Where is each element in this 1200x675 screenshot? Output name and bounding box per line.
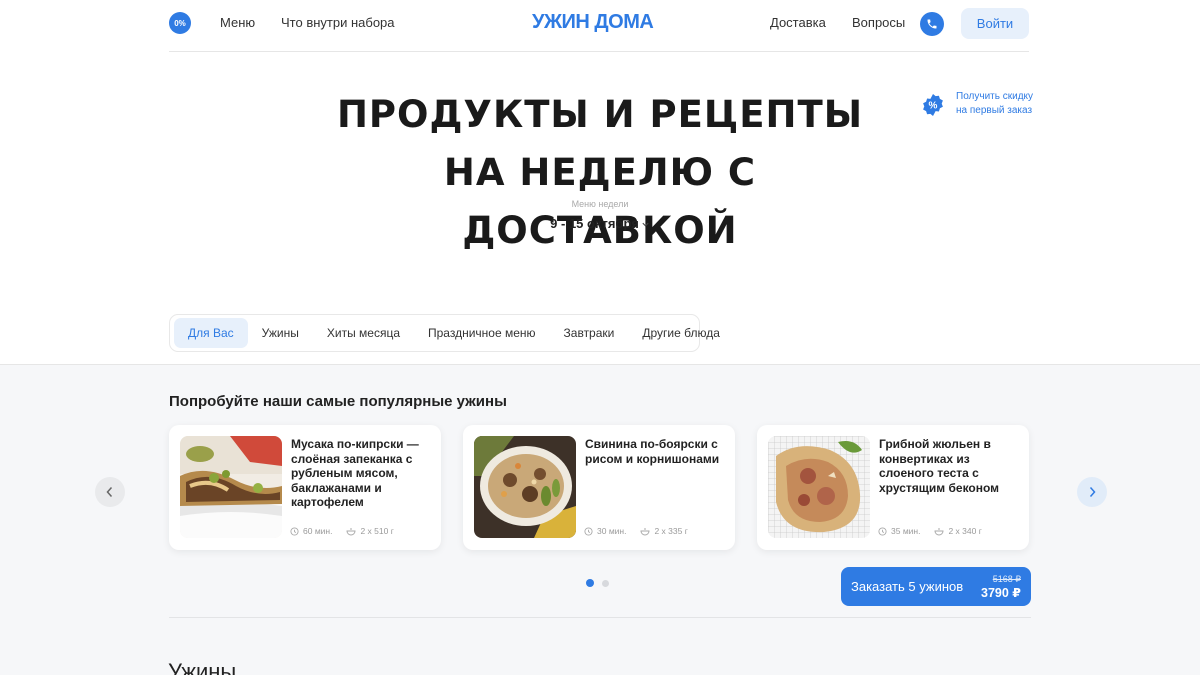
chevron-right-icon: [1089, 487, 1096, 497]
discount-text-line-1: Получить скидку: [956, 91, 1034, 102]
dish-meta: 60 мин. 2 х 510 г: [290, 526, 394, 536]
new-price: 3790 ₽: [981, 585, 1021, 600]
tab-for-you[interactable]: Для Вас: [174, 318, 248, 348]
percent-badge-icon: %: [923, 94, 943, 116]
discount-text-line-2: на первый заказ: [956, 105, 1033, 116]
cooking-time: 35 мин.: [891, 526, 921, 536]
bowl-icon: [346, 527, 356, 535]
dish-meta: 35 мин. 2 х 340 г: [878, 526, 982, 536]
portion-size: 2 х 335 г: [654, 526, 688, 536]
discount-badge[interactable]: 0%: [169, 12, 191, 34]
carousel-next-button[interactable]: [1077, 477, 1107, 507]
tab-dinners[interactable]: Ужины: [248, 318, 313, 348]
order-button-label: Заказать 5 ужинов: [851, 579, 964, 594]
divider: [169, 617, 1031, 618]
dish-image: [180, 436, 282, 538]
nav-kit-contents-link[interactable]: Что внутри набора: [281, 15, 395, 30]
site-header: 0% Меню Что внутри набора УЖИН ДОМА Дост…: [169, 0, 1029, 52]
phone-button[interactable]: [920, 12, 944, 36]
tab-breakfasts[interactable]: Завтраки: [550, 318, 629, 348]
dish-title: Мусака по-кипрски — слоёная запеканка с …: [291, 437, 419, 510]
tab-month-hits[interactable]: Хиты месяца: [313, 318, 414, 348]
week-range-text: 9 - 15 октября: [550, 216, 639, 231]
dish-meta: 30 мин. 2 х 335 г: [584, 526, 688, 536]
bowl-icon: [640, 527, 650, 535]
tab-other-dishes[interactable]: Другие блюда: [628, 318, 734, 348]
old-price: 5168 ₽: [992, 573, 1021, 584]
nav-delivery-link[interactable]: Доставка: [770, 15, 826, 30]
carousel-prev-button[interactable]: [95, 477, 125, 507]
cooking-time: 30 мин.: [597, 526, 627, 536]
chevron-left-icon: [106, 487, 113, 497]
first-order-discount-link[interactable]: % Получить скидку на первый заказ: [921, 90, 1046, 118]
week-selector[interactable]: 9 - 15 октября: [500, 216, 700, 231]
clock-icon: [584, 526, 593, 536]
clock-icon: [290, 526, 299, 536]
portion-size: 2 х 340 г: [948, 526, 982, 536]
week-menu-label: Меню недели: [571, 199, 629, 209]
cooking-time: 60 мин.: [303, 526, 333, 536]
chevron-down-icon: [642, 222, 649, 227]
dish-title: Свинина по-боярски с рисом и корнишонами: [585, 437, 720, 466]
login-button[interactable]: Войти: [961, 8, 1029, 39]
dish-card[interactable]: Грибной жюльен в конвертиках из слоеного…: [757, 425, 1029, 550]
dish-title: Грибной жюльен в конвертиках из слоеного…: [879, 437, 1000, 495]
dish-image: [768, 436, 870, 538]
svg-text:%: %: [929, 101, 938, 112]
pagination-dot[interactable]: [602, 580, 609, 587]
popular-section-title: Попробуйте наши самые популярные ужины: [169, 393, 507, 410]
tab-holiday-menu[interactable]: Праздничное меню: [414, 318, 550, 348]
order-prices: 5168 ₽ 3790 ₽: [981, 574, 1021, 600]
hero-title-line-1: Продукты и рецепты: [336, 93, 864, 136]
discount-text: Получить скидку на первый заказ: [956, 90, 1046, 118]
nav-menu-link[interactable]: Меню: [220, 15, 255, 30]
phone-icon: [927, 19, 937, 29]
portion-size: 2 х 510 г: [360, 526, 394, 536]
dish-card[interactable]: Свинина по-боярски с рисом и корнишонами…: [463, 425, 735, 550]
dish-image: [474, 436, 576, 538]
carousel-pagination: [586, 579, 617, 587]
nav-faq-link[interactable]: Вопросы: [852, 15, 905, 30]
pagination-dot-active[interactable]: [586, 579, 594, 587]
clock-icon: [878, 526, 887, 536]
hero-title: Продукты и рецепты на неделю с доставкой: [300, 86, 900, 260]
dish-card[interactable]: Мусака по-кипрски — слоёная запеканка с …: [169, 425, 441, 550]
dinners-section-title: Ужины: [168, 659, 237, 675]
menu-category-tabs: Для Вас Ужины Хиты месяца Праздничное ме…: [169, 314, 720, 352]
bowl-icon: [934, 527, 944, 535]
order-dinners-button[interactable]: Заказать 5 ужинов 5168 ₽ 3790 ₽: [841, 567, 1031, 606]
site-logo[interactable]: УЖИН ДОМА: [532, 11, 654, 34]
